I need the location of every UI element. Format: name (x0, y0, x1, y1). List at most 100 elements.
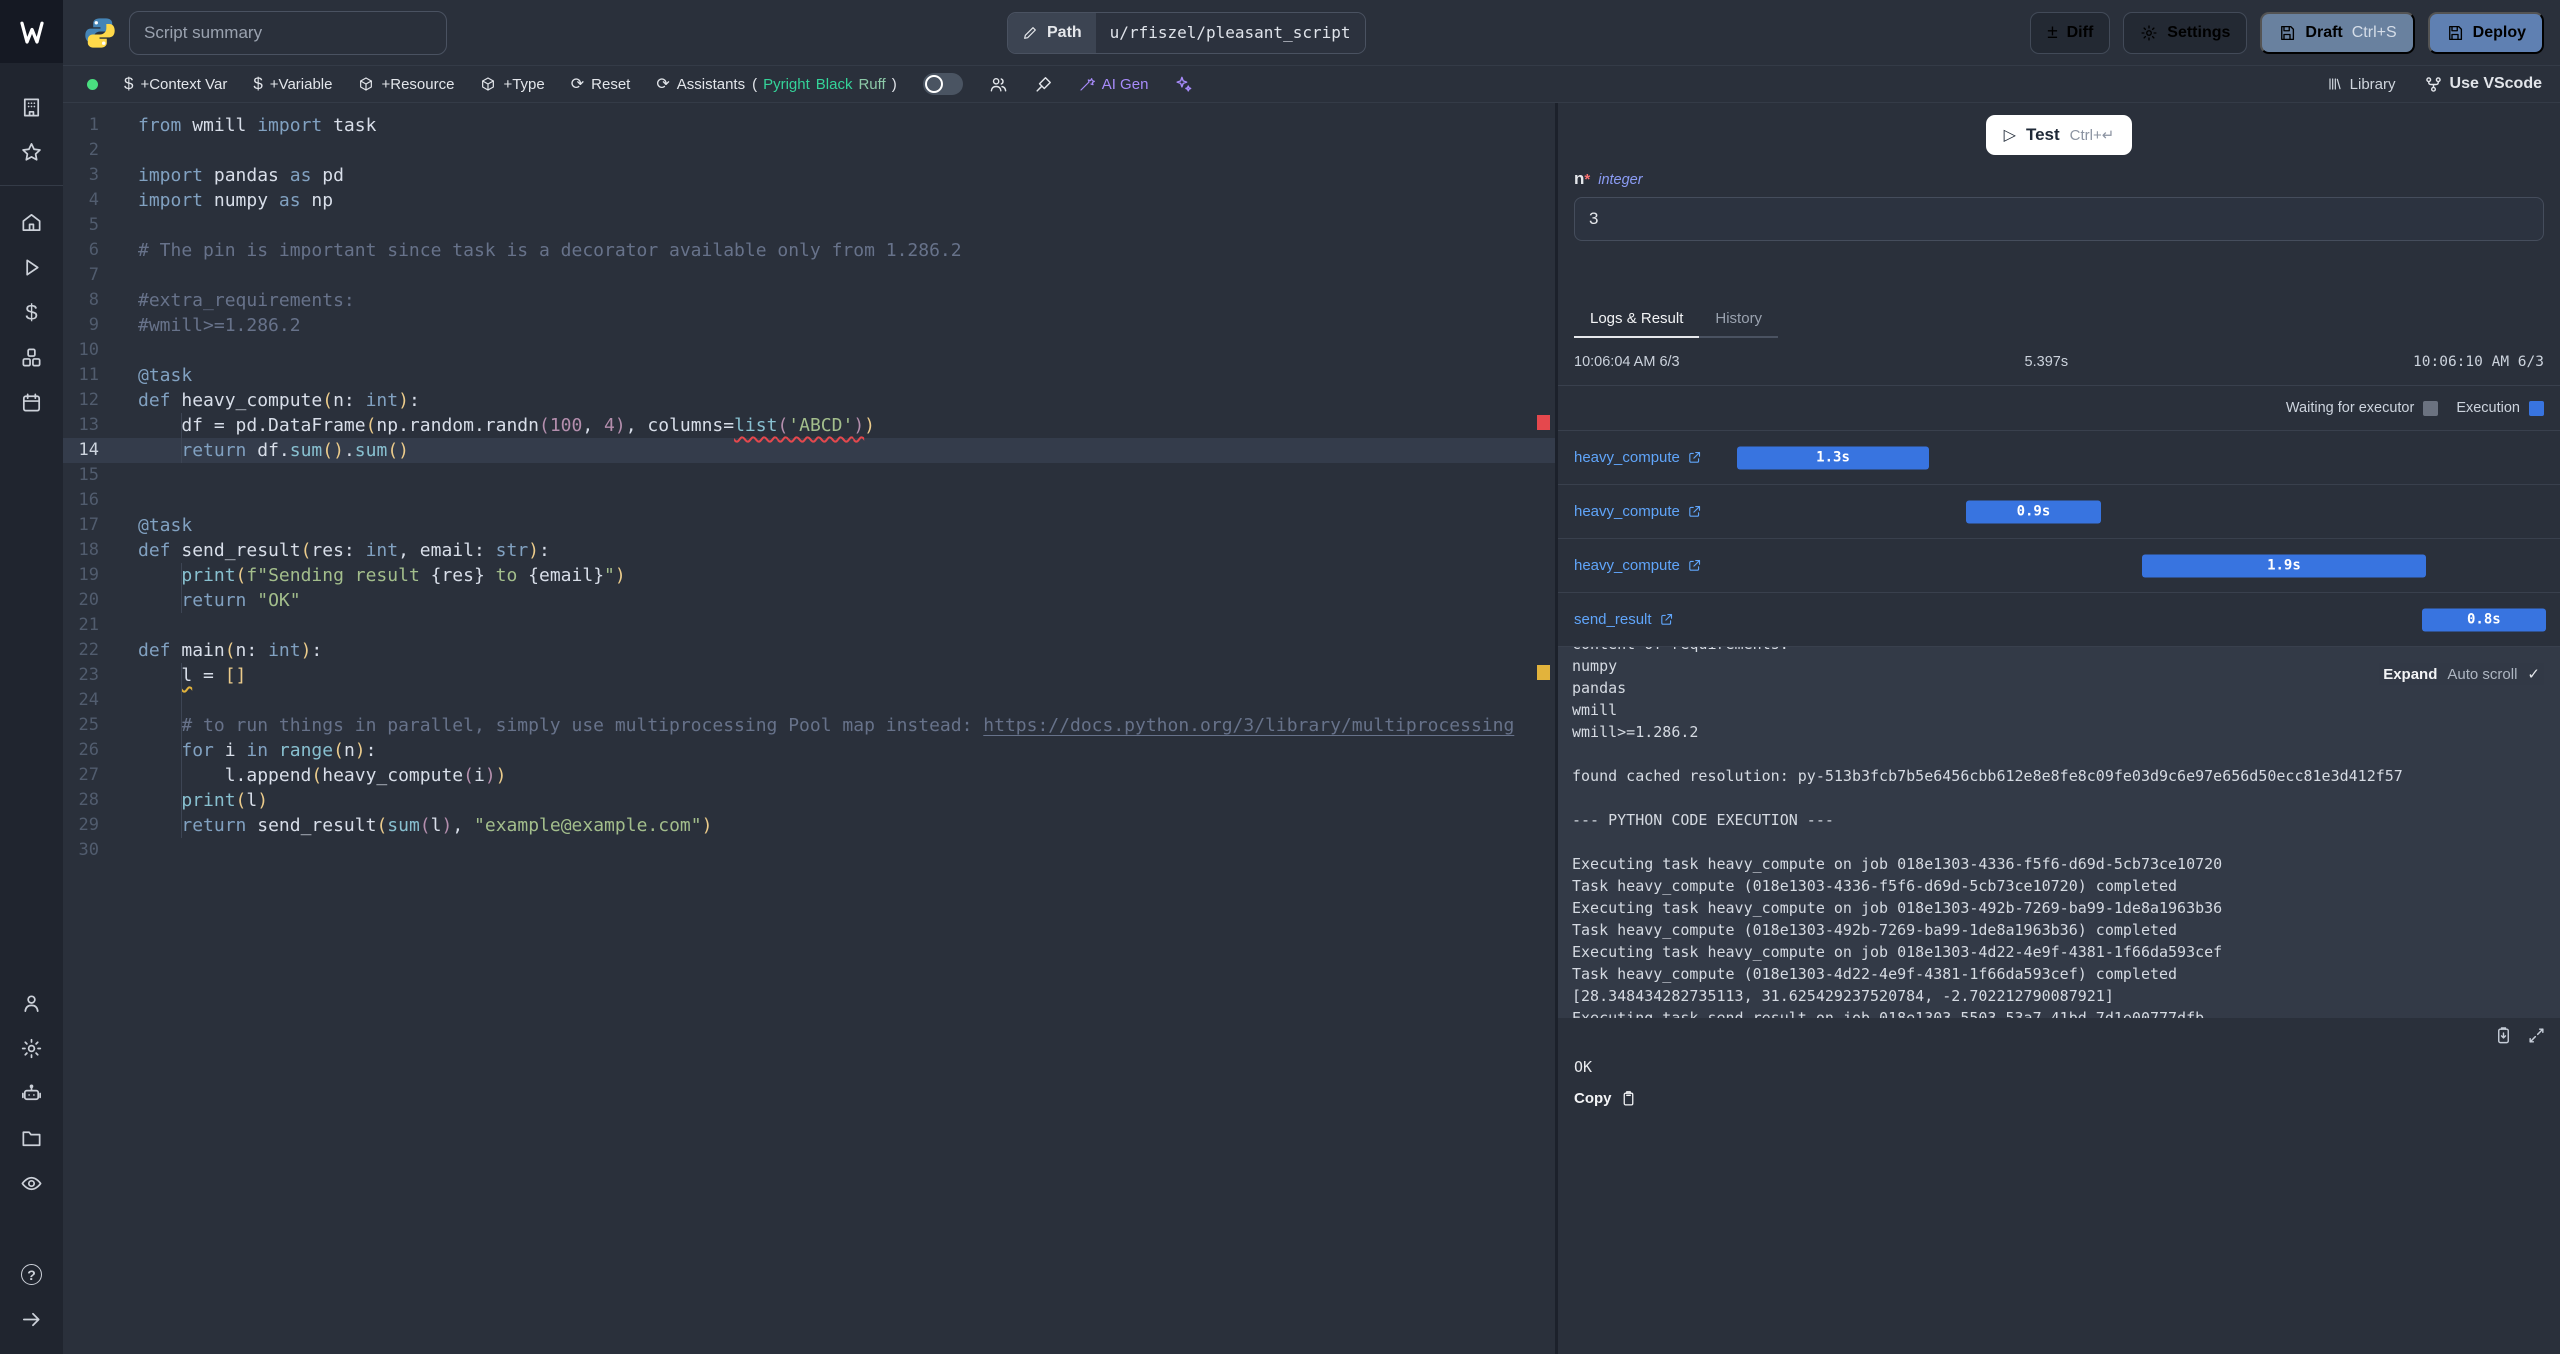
code-line[interactable]: 19 print(f"Sending result {res} to {emai… (63, 563, 1555, 588)
schedules-icon[interactable] (10, 380, 54, 425)
diff-mode-toggle[interactable] (922, 73, 963, 95)
logs-expand-button[interactable]: Expand (2383, 666, 2437, 683)
line-number: 22 (78, 640, 99, 660)
cube-icon (360, 77, 373, 91)
code-line[interactable]: 24 (63, 688, 1555, 713)
execution-bar[interactable]: 0.9s (1965, 500, 2102, 523)
line-number: 4 (88, 190, 99, 210)
line-number: 13 (78, 415, 99, 435)
status-dot (87, 78, 98, 90)
code-line[interactable]: 2 (63, 138, 1555, 163)
execution-bar[interactable]: 1.9s (2142, 554, 2426, 577)
result-toolbar (1558, 1018, 2560, 1052)
line-number: 6 (88, 240, 99, 260)
workers-icon[interactable] (10, 1071, 54, 1116)
code-editor[interactable]: 1 from wmill import task 2 3 import pandas a… (63, 103, 1558, 1354)
code-line[interactable]: 9 #wmill>=1.286.2 (63, 313, 1555, 338)
job-link[interactable]: send_result (1574, 611, 1674, 628)
format-button[interactable] (1034, 75, 1053, 94)
job-link[interactable]: heavy_compute (1574, 503, 1702, 520)
code-line[interactable]: 12 def heavy_compute(n: int): (63, 388, 1555, 413)
add-variable-button[interactable]: $ +Variable (253, 74, 332, 94)
favorites-icon[interactable] (10, 130, 54, 175)
path-button[interactable]: Path u/rfiszel/pleasant_script (1007, 11, 1366, 54)
error-ruler-marker[interactable] (1537, 415, 1550, 430)
use-vscode-button[interactable]: Use VScode (2424, 75, 2542, 94)
code-line[interactable]: 28 print(l) (63, 788, 1555, 813)
ai-gen-button[interactable]: AI Gen (1079, 76, 1148, 93)
logs-viewer[interactable]: content of requirements: numpy pandas wm… (1558, 646, 2560, 1018)
code-line[interactable]: 10 (63, 338, 1555, 363)
multiplayer-button[interactable] (989, 75, 1008, 94)
add-type-button[interactable]: +Type (480, 76, 545, 93)
code-line[interactable]: 29 return send_result(sum(l), "example@e… (63, 813, 1555, 838)
fullscreen-icon[interactable] (2527, 1026, 2546, 1045)
code-line[interactable]: 21 (63, 613, 1555, 638)
code-line[interactable]: 8 #extra_requirements: (63, 288, 1555, 313)
diff-button[interactable]: ± Diff (2030, 11, 2111, 54)
script-summary-input[interactable] (129, 10, 447, 55)
line-number: 12 (78, 390, 99, 410)
code-line[interactable]: 15 (63, 463, 1555, 488)
runs-icon[interactable] (10, 245, 54, 290)
code-line[interactable]: 16 (63, 488, 1555, 513)
assistants-status[interactable]: ⟳ Assistants (Pyright Black Ruff) (656, 74, 896, 94)
draft-button[interactable]: Draft Ctrl+S (2260, 11, 2415, 54)
deploy-button[interactable]: Deploy (2427, 11, 2544, 54)
copy-logs-icon[interactable] (2494, 1026, 2513, 1045)
code-line[interactable]: 17 @task (63, 513, 1555, 538)
code-line[interactable]: 25 # to run things in parallel, simply u… (63, 713, 1555, 738)
settings-icon[interactable] (10, 1026, 54, 1071)
job-link[interactable]: heavy_compute (1574, 449, 1702, 466)
ai-sparkles-button[interactable] (1174, 75, 1193, 94)
required-star: * (1584, 171, 1591, 188)
library-button[interactable]: Library (2327, 76, 2396, 93)
windmill-logo[interactable] (0, 0, 63, 63)
code-line[interactable]: 4 import numpy as np (63, 188, 1555, 213)
timeline-row: heavy_compute 1.3s (1558, 430, 2560, 484)
line-number: 16 (78, 490, 99, 510)
add-resource-button[interactable]: +Resource (358, 76, 454, 93)
execution-bar[interactable]: 0.8s (2421, 608, 2546, 631)
line-number: 30 (78, 840, 99, 860)
code-line[interactable]: 14 return df.sum().sum() (63, 438, 1555, 463)
copy-result-button[interactable]: Copy (1574, 1090, 1637, 1107)
users-icon[interactable] (10, 981, 54, 1026)
warning-ruler-marker[interactable] (1537, 665, 1550, 680)
code-line[interactable]: 30 (63, 838, 1555, 863)
code-line[interactable]: 7 (63, 263, 1555, 288)
code-line[interactable]: 23 l = [] (63, 663, 1555, 688)
expand-sidebar-icon[interactable] (10, 1297, 54, 1342)
tab-history[interactable]: History (1699, 303, 1779, 338)
code-line[interactable]: 5 (63, 213, 1555, 238)
settings-button[interactable]: Settings (2123, 11, 2248, 54)
code-line[interactable]: 1 from wmill import task (63, 113, 1555, 138)
code-line[interactable]: 20 return "OK" (63, 588, 1555, 613)
help-icon[interactable]: ? (10, 1252, 54, 1297)
code-line[interactable]: 27 l.append(heavy_compute(i)) (63, 763, 1555, 788)
arg-n-input[interactable] (1574, 197, 2544, 241)
line-number: 23 (78, 665, 99, 685)
audit-logs-icon[interactable] (10, 1161, 54, 1206)
autoscroll-toggle[interactable]: Auto scroll (2447, 666, 2517, 683)
execution-bar[interactable]: 1.3s (1737, 446, 1929, 469)
code-line[interactable]: 13 df = pd.DataFrame(np.random.randn(100… (63, 413, 1555, 438)
job-link[interactable]: heavy_compute (1574, 557, 1702, 574)
code-line[interactable]: 26 for i in range(n): (63, 738, 1555, 763)
code-line[interactable]: 3 import pandas as pd (63, 163, 1555, 188)
workspace-icon[interactable] (10, 85, 54, 130)
home-icon[interactable] (10, 200, 54, 245)
add-context-var-button[interactable]: $ +Context Var (124, 74, 227, 94)
code-line[interactable]: 6 # The pin is important since task is a … (63, 238, 1555, 263)
code-lines[interactable]: 1 from wmill import task 2 3 import pandas a… (63, 103, 1555, 863)
resources-icon[interactable] (10, 335, 54, 380)
code-line[interactable]: 11 @task (63, 363, 1555, 388)
variables-icon[interactable]: $ (10, 290, 54, 335)
reset-button[interactable]: ⟳ Reset (571, 74, 631, 94)
code-line[interactable]: 22 def main(n: int): (63, 638, 1555, 663)
test-button[interactable]: ▷ Test Ctrl+↵ (1985, 115, 2133, 155)
tab-logs-result[interactable]: Logs & Result (1574, 303, 1700, 338)
code-line[interactable]: 18 def send_result(res: int, email: str): (63, 538, 1555, 563)
folders-icon[interactable] (10, 1116, 54, 1161)
python-language-icon (85, 17, 115, 48)
